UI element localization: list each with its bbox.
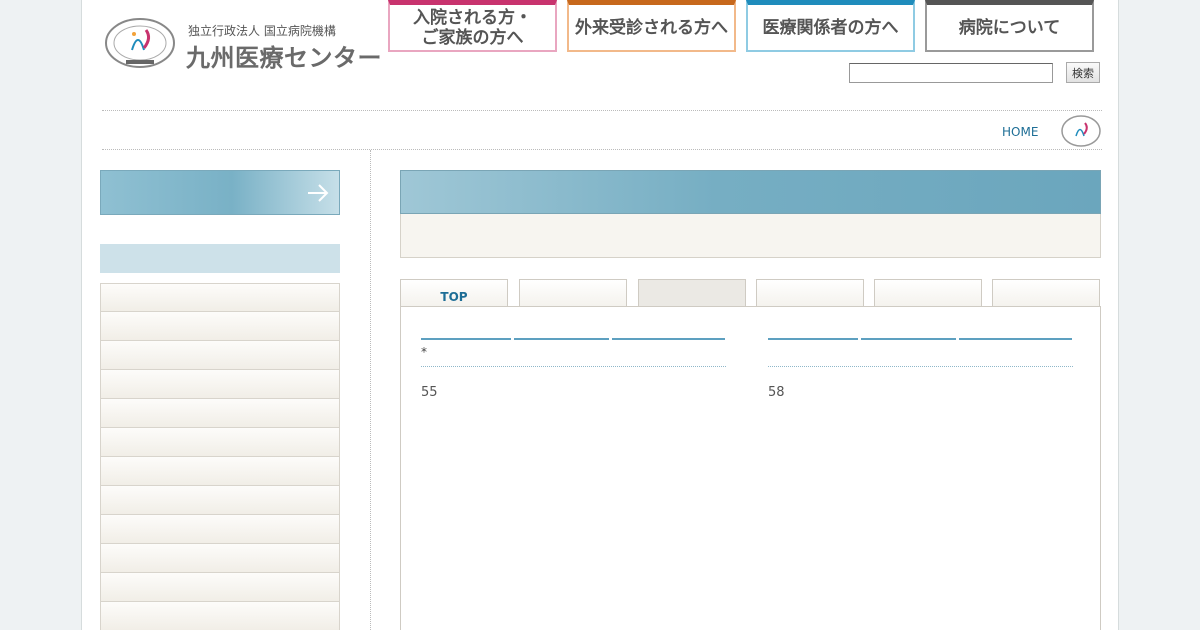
search-input[interactable]: [849, 63, 1053, 83]
tab-2[interactable]: [519, 279, 627, 307]
sidebar-divider: [370, 150, 371, 630]
column-marker: *: [421, 345, 427, 359]
content-column-left: * 55: [421, 338, 726, 400]
page-container: 独立行政法人 国立病院機構 九州医療センター 入院される方・ ご家族の方へ 外来…: [81, 0, 1119, 630]
column-divider: [421, 366, 726, 367]
nav-inpatient-label-1: 入院される方・: [413, 7, 532, 28]
sidebar-item[interactable]: [100, 283, 340, 312]
breadcrumb-home-link[interactable]: HOME: [1002, 125, 1038, 139]
arrow-right-icon: [308, 184, 329, 202]
column-count: 55: [421, 385, 438, 400]
tab-3[interactable]: [638, 279, 746, 307]
sidebar-item[interactable]: [100, 428, 340, 457]
sidebar-subheading: [100, 244, 340, 273]
breadcrumb-divider: [102, 149, 1102, 150]
site-logo[interactable]: 独立行政法人 国立病院機構 九州医療センター: [104, 14, 384, 74]
nav-about-hospital-label: 病院について: [958, 17, 1061, 38]
hospital-emblem-icon: [105, 18, 175, 68]
sidebar-heading-button[interactable]: [100, 170, 340, 215]
search-button[interactable]: 検索: [1066, 62, 1100, 83]
sidebar-item[interactable]: [100, 573, 340, 602]
header-divider: [102, 110, 1102, 111]
tab-6[interactable]: [992, 279, 1100, 307]
sidebar-item[interactable]: [100, 602, 340, 630]
content-column-right: 58: [768, 338, 1073, 400]
sidebar-item[interactable]: [100, 515, 340, 544]
tab-5[interactable]: [874, 279, 982, 307]
nav-inpatient-label-2: ご家族の方へ: [421, 27, 524, 48]
main-subheading-box: [400, 214, 1101, 258]
nav-about-hospital-button[interactable]: 病院について: [925, 0, 1094, 52]
nav-outpatient-button[interactable]: 外来受診される方へ: [567, 0, 736, 52]
nav-inpatient-button[interactable]: 入院される方・ ご家族の方へ: [388, 0, 557, 52]
small-emblem-icon: [1061, 115, 1101, 147]
sidebar-item[interactable]: [100, 399, 340, 428]
sidebar-item[interactable]: [100, 341, 340, 370]
nav-outpatient-label: 外来受診される方へ: [575, 17, 728, 38]
sidebar-item[interactable]: [100, 457, 340, 486]
sidebar-item[interactable]: [100, 544, 340, 573]
logo-hospital-name: 九州医療センター: [186, 44, 382, 72]
sidebar-menu: [100, 283, 340, 630]
column-header-lines: [421, 338, 726, 340]
column-divider: [768, 366, 1073, 367]
main-heading-bar: [400, 170, 1101, 214]
nav-medical-staff-label: 医療関係者の方へ: [762, 17, 899, 38]
sidebar-item[interactable]: [100, 370, 340, 399]
sidebar-item[interactable]: [100, 312, 340, 341]
sidebar-item[interactable]: [100, 486, 340, 515]
tab-top[interactable]: TOP: [400, 279, 508, 307]
nav-medical-staff-button[interactable]: 医療関係者の方へ: [746, 0, 915, 52]
column-header-lines: [768, 338, 1073, 340]
logo-org-text: 独立行政法人 国立病院機構: [188, 24, 336, 38]
tab-4[interactable]: [756, 279, 864, 307]
column-count: 58: [768, 385, 785, 400]
